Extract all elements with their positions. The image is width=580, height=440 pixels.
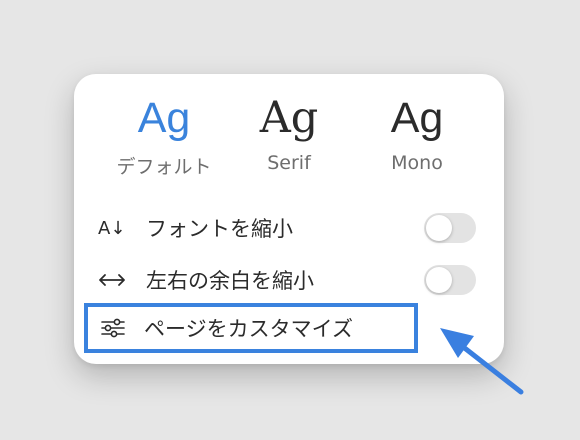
shrink-font-toggle[interactable] [424, 213, 476, 243]
shrink-margins-row: 左右の余白を縮小 [98, 262, 476, 298]
sliders-icon [100, 318, 134, 338]
font-option-serif[interactable]: Ag Serif [229, 92, 349, 174]
font-option-mono[interactable]: Ag Mono [357, 92, 477, 174]
customize-page-label: ページをカスタマイズ [144, 317, 353, 341]
shrink-font-row: A↓ フォントを縮小 [98, 210, 476, 246]
customize-page-button[interactable]: ページをカスタマイズ [84, 303, 418, 353]
toggle-knob [426, 267, 452, 293]
reader-settings-popover: Ag デフォルト Ag Serif Ag Mono A↓ フォントを縮小 左右の… [74, 74, 504, 364]
font-sample-default: Ag [137, 94, 191, 142]
font-size-down-icon: A↓ [98, 217, 126, 239]
shrink-font-label: フォントを縮小 [146, 217, 293, 241]
font-label-default: デフォルト [116, 156, 212, 178]
font-label-serif: Serif [267, 152, 311, 174]
font-sample-serif: Ag [259, 93, 319, 143]
font-sample-mono: Ag [390, 94, 444, 142]
font-label-mono: Mono [391, 152, 443, 174]
shrink-margins-toggle[interactable] [424, 265, 476, 295]
horizontal-arrows-icon [98, 273, 132, 287]
shrink-margins-label: 左右の余白を縮小 [146, 269, 314, 293]
font-option-default[interactable]: Ag デフォルト [104, 92, 224, 179]
toggle-knob [426, 215, 452, 241]
